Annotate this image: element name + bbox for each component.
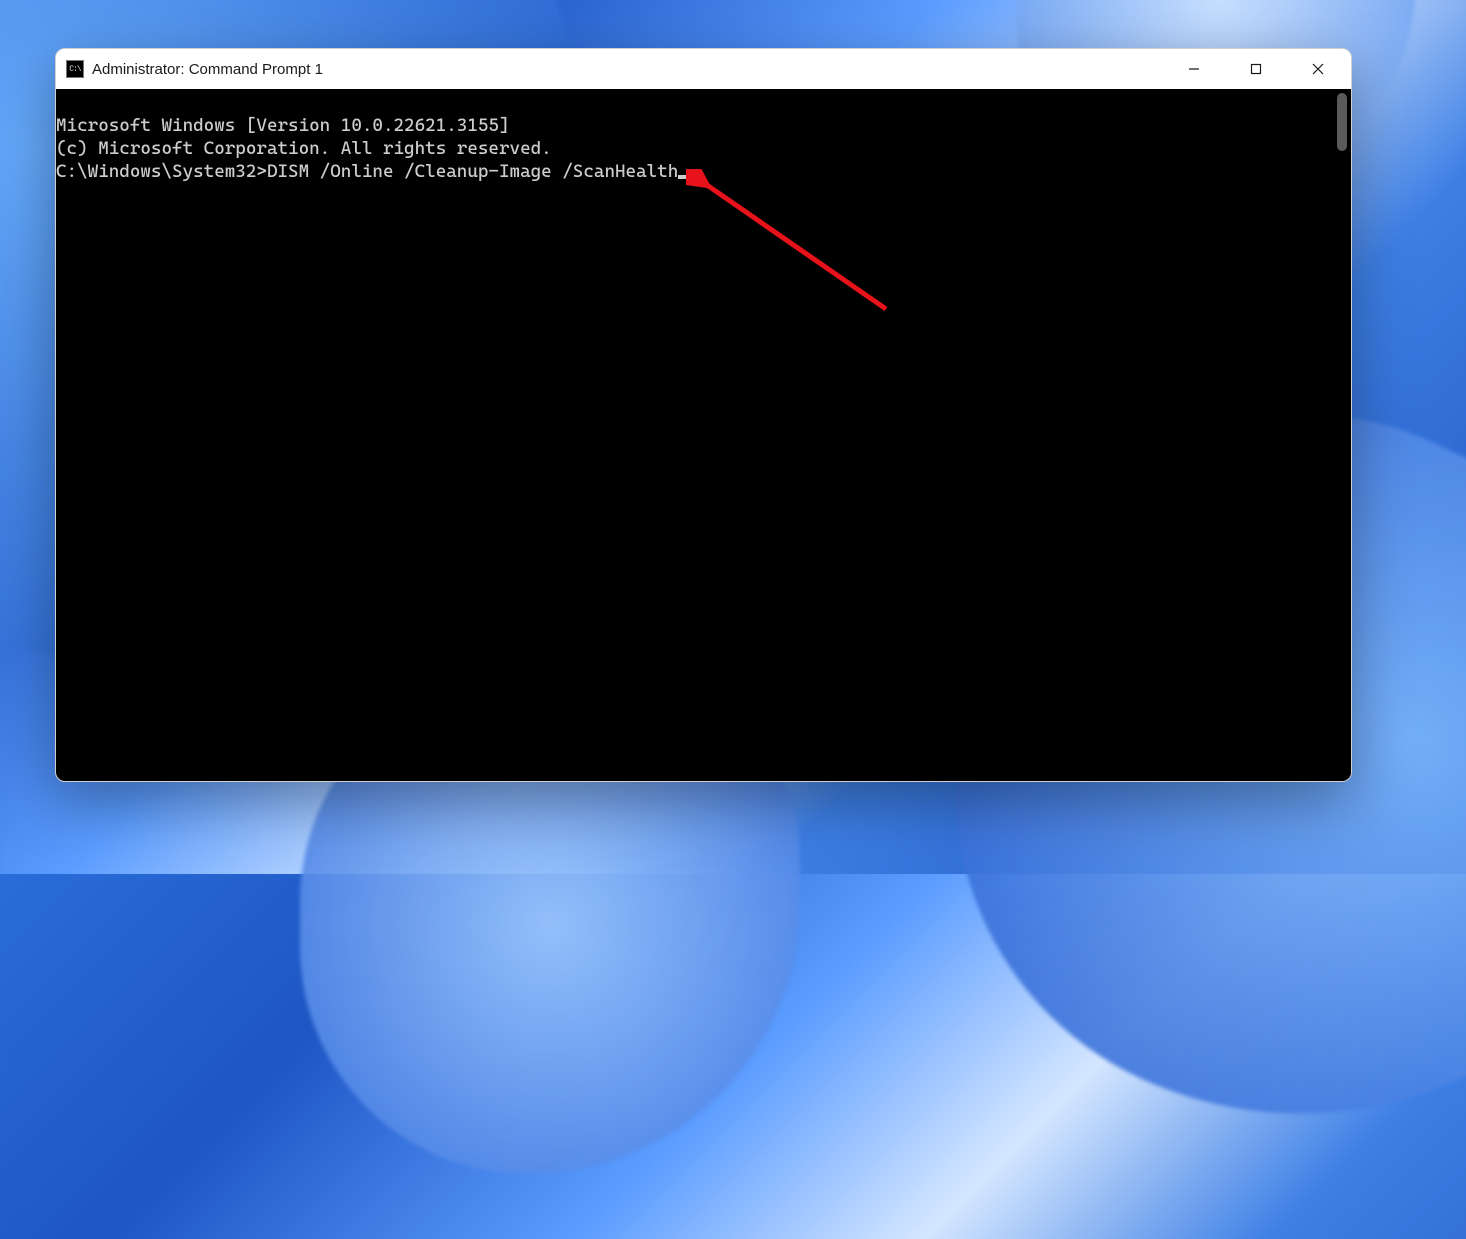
close-button[interactable] [1287, 49, 1349, 89]
scrollbar-track[interactable] [1329, 89, 1351, 781]
maximize-button[interactable] [1225, 49, 1287, 89]
cmd-app-icon: C:\ [66, 60, 84, 78]
command-input-text[interactable]: DISM /Online /Cleanup-Image /ScanHealth [267, 161, 678, 182]
maximize-icon [1250, 63, 1262, 75]
terminal-prompt-line: C:\Windows\System32>DISM /Online /Cleanu… [56, 160, 1329, 183]
terminal-line: Microsoft Windows [Version 10.0.22621.31… [56, 114, 1329, 137]
command-prompt-window: C:\ Administrator: Command Prompt 1 Micr… [55, 48, 1352, 782]
terminal-line: (c) Microsoft Corporation. All rights re… [56, 137, 1329, 160]
close-icon [1312, 63, 1324, 75]
cursor [678, 175, 688, 179]
minimize-button[interactable] [1163, 49, 1225, 89]
minimize-icon [1188, 63, 1200, 75]
terminal-area[interactable]: Microsoft Windows [Version 10.0.22621.31… [56, 89, 1351, 781]
annotation-arrow [686, 169, 916, 329]
window-title: Administrator: Command Prompt 1 [92, 61, 323, 78]
scrollbar-thumb[interactable] [1337, 93, 1347, 151]
prompt-text: C:\Windows\System32> [56, 161, 267, 182]
caption-buttons [1163, 49, 1349, 89]
titlebar[interactable]: C:\ Administrator: Command Prompt 1 [56, 49, 1351, 89]
terminal-output[interactable]: Microsoft Windows [Version 10.0.22621.31… [56, 89, 1329, 781]
